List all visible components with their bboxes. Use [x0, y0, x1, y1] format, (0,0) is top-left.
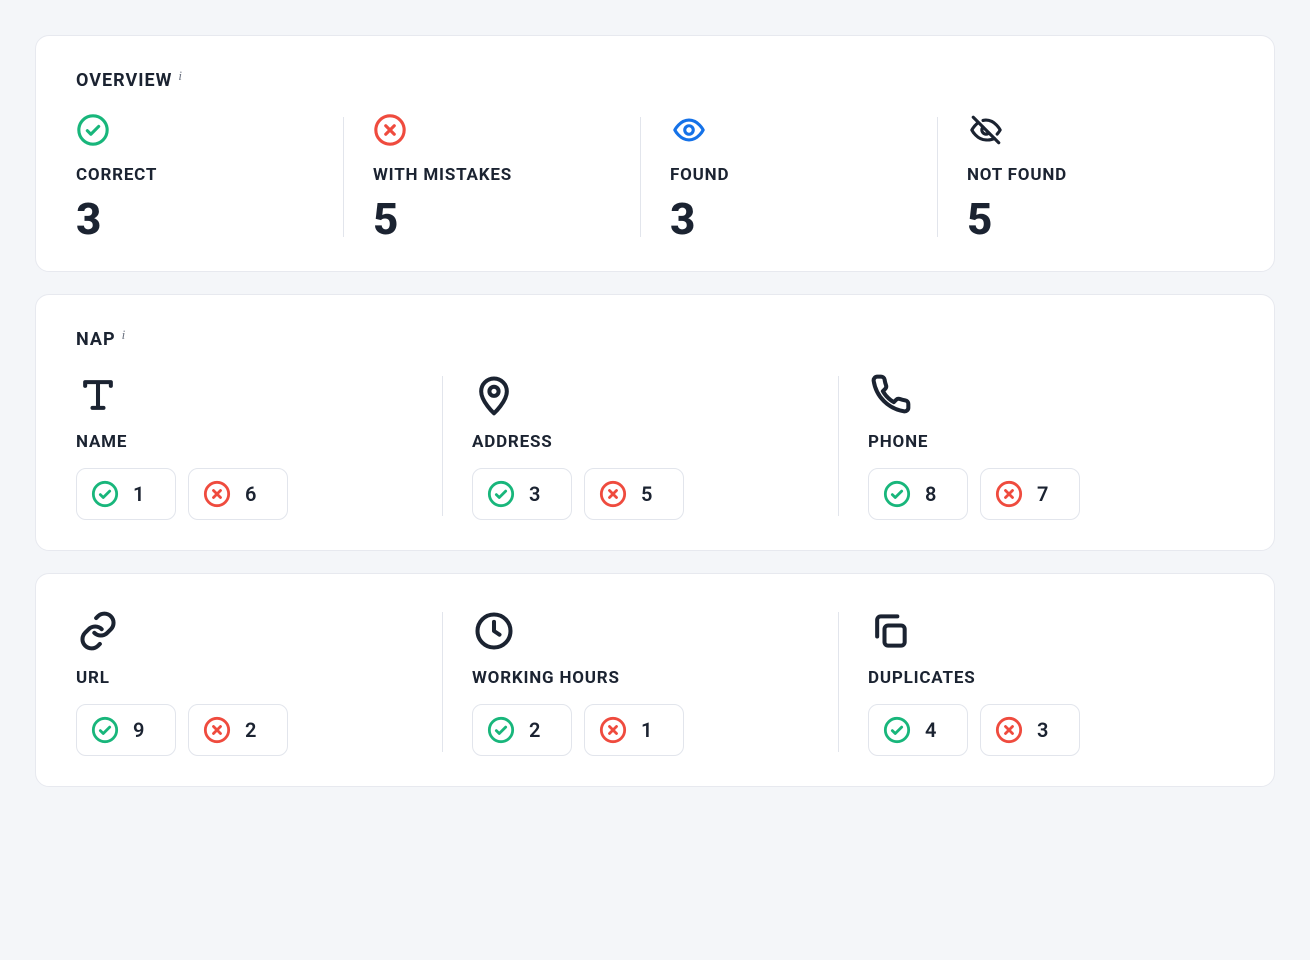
nap-columns: NAME 1 6 ADDRESS 3 — [76, 372, 1234, 520]
pill-value: 9 — [133, 718, 144, 742]
extra-col-duplicates: DUPLICATES 4 3 — [838, 608, 1234, 756]
pill-row: 1 6 — [76, 468, 422, 520]
overview-title: OVERVIEW — [76, 70, 172, 91]
nap-col-name: NAME 1 6 — [76, 372, 442, 520]
overview-card: OVERVIEW i CORRECT 3 WITH MISTAKES 5 FOU… — [35, 35, 1275, 272]
wrong-pill[interactable]: 5 — [584, 468, 684, 520]
nap-title: NAP — [76, 329, 116, 350]
pill-value: 8 — [925, 482, 936, 506]
overview-label: WITH MISTAKES — [373, 165, 620, 185]
info-icon[interactable]: i — [122, 327, 127, 343]
pill-row: 4 3 — [868, 704, 1214, 756]
pill-row: 8 7 — [868, 468, 1214, 520]
extra-columns: URL 9 2 WORKING HOURS 2 — [76, 608, 1234, 756]
pill-value: 2 — [245, 718, 256, 742]
pill-value: 6 — [245, 482, 256, 506]
correct-pill[interactable]: 4 — [868, 704, 968, 756]
type-icon — [76, 372, 422, 418]
nap-col-phone: PHONE 8 7 — [838, 372, 1234, 520]
pill-value: 5 — [641, 482, 652, 506]
nap-col-address: ADDRESS 3 5 — [442, 372, 838, 520]
overview-value: 3 — [670, 197, 917, 241]
nap-label: NAME — [76, 432, 422, 452]
correct-pill[interactable]: 3 — [472, 468, 572, 520]
extra-col-hours: WORKING HOURS 2 1 — [442, 608, 838, 756]
wrong-pill[interactable]: 6 — [188, 468, 288, 520]
map-pin-icon — [472, 372, 818, 418]
pill-value: 2 — [529, 718, 540, 742]
phone-icon — [868, 372, 1214, 418]
overview-col-notfound: NOT FOUND 5 — [937, 113, 1234, 241]
pill-row: 2 1 — [472, 704, 818, 756]
pill-value: 1 — [641, 718, 652, 742]
correct-pill[interactable]: 8 — [868, 468, 968, 520]
wrong-pill[interactable]: 3 — [980, 704, 1080, 756]
copy-icon — [868, 608, 1214, 654]
overview-value: 3 — [76, 197, 323, 241]
wrong-pill[interactable]: 2 — [188, 704, 288, 756]
link-icon — [76, 608, 422, 654]
eye-off-icon — [967, 113, 1214, 147]
extra-card: URL 9 2 WORKING HOURS 2 — [35, 573, 1275, 787]
wrong-pill[interactable]: 1 — [584, 704, 684, 756]
overview-title-row: OVERVIEW i — [76, 70, 1234, 91]
nap-title-row: NAP i — [76, 329, 1234, 350]
extra-label: DUPLICATES — [868, 668, 1214, 688]
overview-label: FOUND — [670, 165, 917, 185]
pill-value: 1 — [133, 482, 144, 506]
correct-pill[interactable]: 2 — [472, 704, 572, 756]
x-circle-icon — [373, 113, 620, 147]
pill-row: 3 5 — [472, 468, 818, 520]
info-icon[interactable]: i — [178, 68, 183, 84]
pill-value: 3 — [529, 482, 540, 506]
extra-col-url: URL 9 2 — [76, 608, 442, 756]
check-circle-icon — [76, 113, 323, 147]
pill-value: 4 — [925, 718, 936, 742]
overview-value: 5 — [967, 197, 1214, 241]
correct-pill[interactable]: 1 — [76, 468, 176, 520]
overview-label: CORRECT — [76, 165, 323, 185]
overview-col-correct: CORRECT 3 — [76, 113, 343, 241]
extra-label: WORKING HOURS — [472, 668, 818, 688]
extra-label: URL — [76, 668, 422, 688]
pill-value: 7 — [1037, 482, 1048, 506]
correct-pill[interactable]: 9 — [76, 704, 176, 756]
overview-label: NOT FOUND — [967, 165, 1214, 185]
wrong-pill[interactable]: 7 — [980, 468, 1080, 520]
overview-columns: CORRECT 3 WITH MISTAKES 5 FOUND 3 NOT FO… — [76, 113, 1234, 241]
nap-label: ADDRESS — [472, 432, 818, 452]
eye-icon — [670, 113, 917, 147]
pill-value: 3 — [1037, 718, 1048, 742]
overview-value: 5 — [373, 197, 620, 241]
nap-card: NAP i NAME 1 6 ADDRESS — [35, 294, 1275, 551]
pill-row: 9 2 — [76, 704, 422, 756]
clock-icon — [472, 608, 818, 654]
overview-col-mistakes: WITH MISTAKES 5 — [343, 113, 640, 241]
overview-col-found: FOUND 3 — [640, 113, 937, 241]
nap-label: PHONE — [868, 432, 1214, 452]
